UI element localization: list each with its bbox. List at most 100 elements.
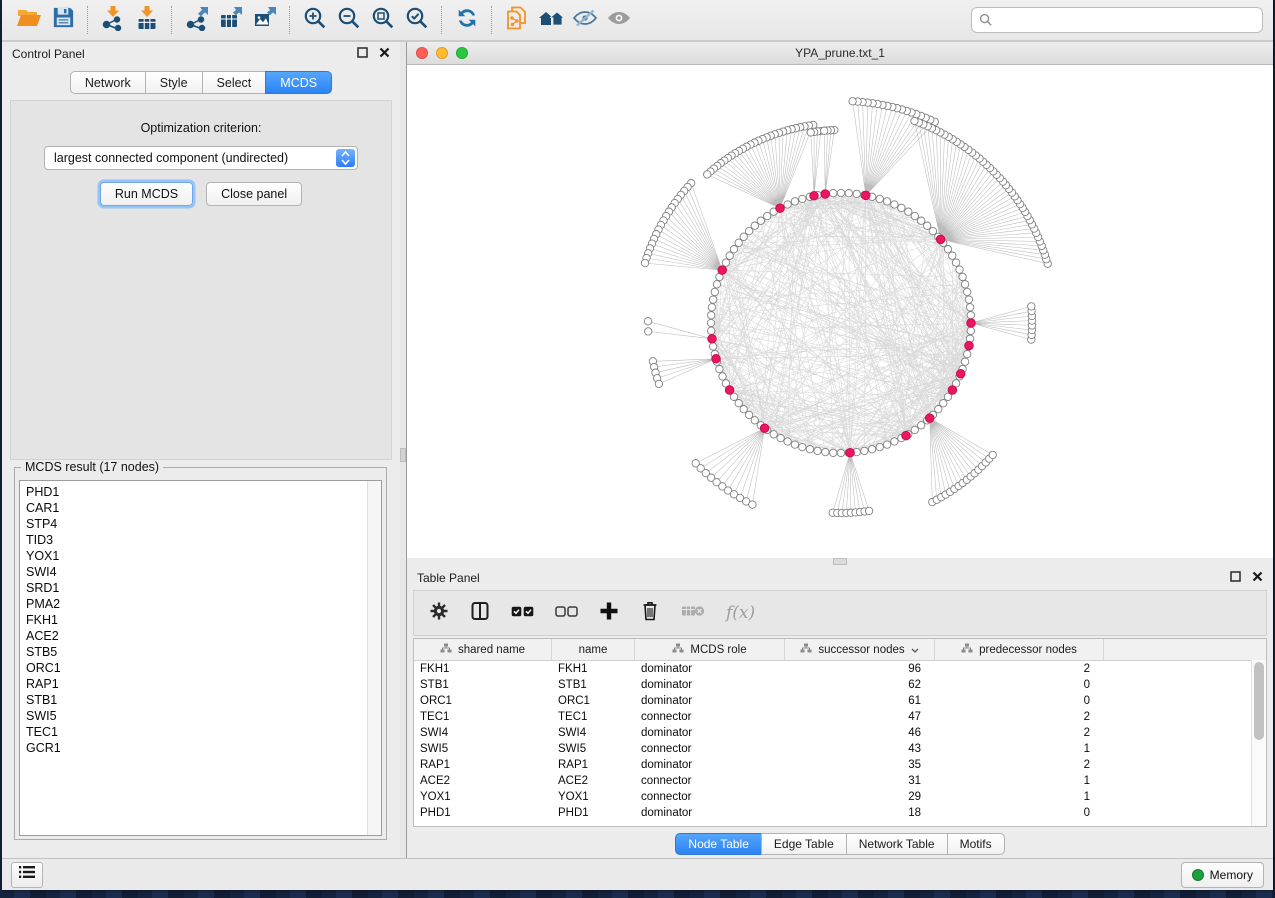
cell-shared_name[interactable]: SWI5 — [414, 743, 552, 755]
window-maximize-button[interactable] — [456, 47, 468, 59]
network-graph[interactable] — [407, 65, 1273, 558]
delete-column-button[interactable] — [640, 600, 660, 626]
cell-predecessor_nodes[interactable]: 0 — [935, 807, 1104, 819]
cell-predecessor_nodes[interactable]: 1 — [935, 791, 1104, 803]
mcds-result-item[interactable]: SRD1 — [26, 580, 381, 596]
export-network-button[interactable] — [180, 3, 214, 37]
cell-mcds_role[interactable]: dominator — [635, 727, 785, 739]
cell-predecessor_nodes[interactable]: 1 — [935, 775, 1104, 787]
refresh-layout-button[interactable] — [450, 3, 484, 37]
cell-name[interactable]: SWI4 — [552, 727, 635, 739]
select-all-button[interactable] — [511, 604, 534, 622]
mcds-result-item[interactable]: ORC1 — [26, 660, 381, 676]
import-network-button[interactable] — [96, 3, 130, 37]
cell-successor_nodes[interactable]: 18 — [785, 807, 935, 819]
table-row[interactable]: YOX1YOX1connector291 — [414, 789, 1266, 805]
cell-mcds_role[interactable]: dominator — [635, 807, 785, 819]
mcds-result-item[interactable]: PMA2 — [26, 596, 381, 612]
table-settings-button[interactable] — [429, 601, 449, 626]
mcds-result-item[interactable]: RAP1 — [26, 676, 381, 692]
splitter-grip[interactable] — [833, 558, 847, 565]
show-panels-button[interactable] — [11, 862, 43, 888]
mcds-result-item[interactable]: STB5 — [26, 644, 381, 660]
mcds-result-item[interactable]: SWI5 — [26, 708, 381, 724]
first-neighbors-button[interactable] — [534, 3, 568, 37]
column-header-predecessor_nodes[interactable]: predecessor nodes — [935, 639, 1104, 660]
cell-name[interactable]: TEC1 — [552, 711, 635, 723]
cell-shared_name[interactable]: RAP1 — [414, 759, 552, 771]
mcds-result-item[interactable]: YOX1 — [26, 548, 381, 564]
cell-shared_name[interactable]: YOX1 — [414, 791, 552, 803]
cell-name[interactable]: RAP1 — [552, 759, 635, 771]
cell-mcds_role[interactable]: connector — [635, 743, 785, 755]
table-row[interactable]: SWI5SWI5connector431 — [414, 741, 1266, 757]
add-column-button[interactable] — [599, 601, 619, 626]
mcds-result-item[interactable]: STB1 — [26, 692, 381, 708]
show-all-button[interactable] — [602, 3, 636, 37]
tab-network[interactable]: Network — [70, 71, 146, 94]
cell-predecessor_nodes[interactable]: 2 — [935, 759, 1104, 771]
cell-name[interactable]: ACE2 — [552, 775, 635, 787]
float-panel-icon[interactable] — [1230, 571, 1241, 585]
table-row[interactable]: RAP1RAP1dominator352 — [414, 757, 1266, 773]
network-canvas[interactable] — [407, 65, 1273, 558]
open-file-button[interactable] — [12, 3, 46, 37]
table-row[interactable]: ACE2ACE2connector311 — [414, 773, 1266, 789]
column-header-shared_name[interactable]: shared name — [414, 639, 552, 660]
cell-mcds_role[interactable]: connector — [635, 791, 785, 803]
tab-edge-table[interactable]: Edge Table — [761, 833, 847, 855]
cell-shared_name[interactable]: PHD1 — [414, 807, 552, 819]
deselect-all-button[interactable] — [555, 604, 578, 622]
mcds-result-item[interactable]: GCR1 — [26, 740, 381, 756]
cell-name[interactable]: FKH1 — [552, 663, 635, 675]
cell-name[interactable]: PHD1 — [552, 807, 635, 819]
vertical-splitter[interactable] — [400, 42, 406, 858]
cell-shared_name[interactable]: STB1 — [414, 679, 552, 691]
window-close-button[interactable] — [416, 47, 428, 59]
table-row[interactable]: FKH1FKH1dominator962 — [414, 661, 1266, 677]
search-input[interactable] — [971, 7, 1263, 33]
column-header-name[interactable]: name — [552, 639, 635, 660]
mcds-list-scrollbar[interactable] — [367, 481, 381, 835]
scrollbar-thumb[interactable] — [1254, 662, 1264, 740]
close-panel-icon[interactable] — [379, 47, 390, 61]
tab-motifs[interactable]: Motifs — [947, 833, 1005, 855]
cell-name[interactable]: YOX1 — [552, 791, 635, 803]
cell-predecessor_nodes[interactable]: 1 — [935, 743, 1104, 755]
splitter-grip[interactable] — [400, 448, 406, 462]
table-row[interactable]: STB1STB1dominator620 — [414, 677, 1266, 693]
cell-shared_name[interactable]: ACE2 — [414, 775, 552, 787]
export-table-button[interactable] — [214, 3, 248, 37]
cell-successor_nodes[interactable]: 47 — [785, 711, 935, 723]
tab-node-table[interactable]: Node Table — [675, 833, 762, 855]
memory-button[interactable]: Memory — [1181, 862, 1264, 888]
cell-shared_name[interactable]: SWI4 — [414, 727, 552, 739]
cell-successor_nodes[interactable]: 61 — [785, 695, 935, 707]
table-row[interactable]: TEC1TEC1connector472 — [414, 709, 1266, 725]
cell-shared_name[interactable]: ORC1 — [414, 695, 552, 707]
horizontal-splitter[interactable] — [407, 558, 1273, 566]
table-row[interactable]: SWI4SWI4dominator462 — [414, 725, 1266, 741]
cell-successor_nodes[interactable]: 43 — [785, 743, 935, 755]
cell-shared_name[interactable]: FKH1 — [414, 663, 552, 675]
window-minimize-button[interactable] — [436, 47, 448, 59]
close-panel-button[interactable]: Close panel — [206, 182, 302, 206]
cell-name[interactable]: ORC1 — [552, 695, 635, 707]
tab-mcds[interactable]: MCDS — [265, 71, 332, 94]
cell-mcds_role[interactable]: dominator — [635, 679, 785, 691]
run-mcds-button[interactable]: Run MCDS — [100, 182, 193, 206]
cell-successor_nodes[interactable]: 29 — [785, 791, 935, 803]
cell-predecessor_nodes[interactable]: 2 — [935, 663, 1104, 675]
cell-successor_nodes[interactable]: 62 — [785, 679, 935, 691]
tab-style[interactable]: Style — [145, 71, 203, 94]
cell-shared_name[interactable]: TEC1 — [414, 711, 552, 723]
mcds-result-item[interactable]: SWI4 — [26, 564, 381, 580]
table-row[interactable]: PHD1PHD1dominator180 — [414, 805, 1266, 821]
mcds-result-item[interactable]: TEC1 — [26, 724, 381, 740]
cell-predecessor_nodes[interactable]: 2 — [935, 727, 1104, 739]
cell-mcds_role[interactable]: dominator — [635, 663, 785, 675]
mcds-result-item[interactable]: ACE2 — [26, 628, 381, 644]
cell-successor_nodes[interactable]: 96 — [785, 663, 935, 675]
table-scrollbar[interactable] — [1251, 660, 1266, 826]
column-visibility-button[interactable] — [470, 601, 490, 626]
